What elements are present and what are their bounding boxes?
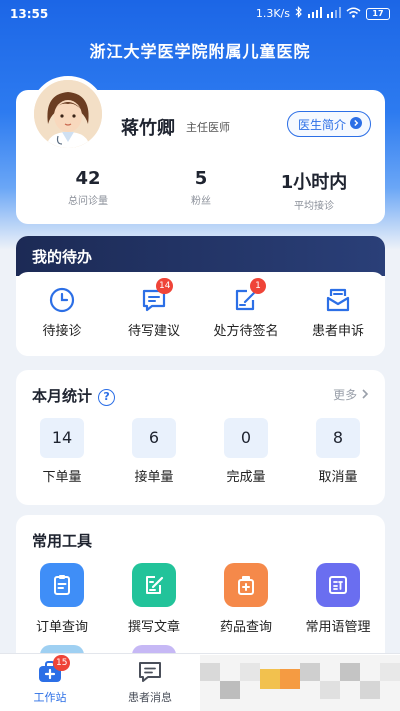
stat-value: 5: [194, 168, 208, 189]
doctor-name: 蒋竹卿: [121, 118, 175, 139]
sign-icon: 1: [232, 278, 266, 314]
wifi-icon: [346, 7, 361, 21]
stat-fans: 5 粉丝: [146, 168, 256, 207]
chevron-right-icon: [350, 116, 362, 132]
stat-label: 粉丝: [191, 196, 211, 207]
stat-label: 总问诊量: [68, 196, 108, 207]
todo-label: 处方待签名: [213, 324, 279, 339]
signal-icon: [308, 6, 322, 21]
stat-value: 1小时内: [280, 172, 348, 193]
write-icon: [132, 563, 176, 607]
tools-card: 常用工具 订单查询 撰写文章 药品查询 常用语管理: [16, 515, 385, 665]
inbox-icon: [324, 286, 352, 314]
battery-indicator: 17: [366, 7, 390, 20]
monthly-stats-card: 本月统计? 更多 14 下单量 6 接单量 0 完成量 8 取消量: [16, 370, 385, 505]
stat-value: 0: [224, 418, 268, 458]
todo-item-write-advice[interactable]: 14 待写建议: [108, 278, 200, 339]
todo-title: 我的待办: [32, 248, 93, 266]
monthly-stat-orders[interactable]: 14 下单量: [22, 418, 102, 485]
todo-item-pending-consult[interactable]: 待接诊: [16, 286, 108, 339]
tools-title: 常用工具: [32, 532, 93, 550]
chevron-right-icon: [361, 388, 369, 402]
tool-label: 药品查询: [219, 620, 272, 635]
stat-label: 完成量: [226, 470, 266, 485]
doctor-intro-button[interactable]: 医生简介: [286, 111, 371, 137]
stat-label: 接单量: [134, 470, 174, 485]
todo-list: 待接诊 14 待写建议 1 处方待签名 患者申诉: [16, 272, 385, 356]
tool-label: 常用语管理: [305, 620, 371, 635]
monthly-stat-cancelled[interactable]: 8 取消量: [298, 418, 378, 485]
doctor-profile-card: 蒋竹卿 主任医师 医生简介 42 总问诊量 5 粉丝 1小时内 平均接诊: [16, 76, 385, 224]
status-time: 13:55: [10, 7, 49, 21]
todo-item-prescription-sign[interactable]: 1 处方待签名: [200, 278, 292, 339]
todo-card: 我的待办 待接诊 14 待写建议 1 处方待签名 患者申诉: [16, 236, 385, 356]
todo-header: 我的待办: [16, 236, 385, 276]
tool-order-query[interactable]: 订单查询: [16, 563, 108, 635]
tool-medicine-query[interactable]: 药品查询: [200, 563, 292, 635]
monthly-stat-accepted[interactable]: 6 接单量: [114, 418, 194, 485]
workstation-icon: 15: [37, 655, 71, 684]
tool-write-article[interactable]: 撰写文章: [108, 563, 200, 635]
todo-label: 待写建议: [127, 324, 180, 339]
todo-label: 患者申诉: [311, 324, 364, 339]
avatar[interactable]: [30, 76, 106, 152]
tab-label: 工作站: [33, 691, 67, 704]
phrase-icon: [316, 563, 360, 607]
tab-workstation[interactable]: 15 工作站: [10, 655, 90, 705]
stat-value: 8: [316, 418, 360, 458]
message-icon: [137, 660, 163, 684]
more-link[interactable]: 更多: [333, 386, 369, 403]
status-bar: 13:55 1.3K/s 17: [0, 0, 400, 28]
stat-value: 6: [132, 418, 176, 458]
hospital-name: 浙江大学医学院附属儿童医院: [89, 42, 311, 61]
stat-total-consultations: 42 总问诊量: [33, 168, 143, 207]
todo-badge: 1: [250, 278, 266, 294]
more-label: 更多: [333, 388, 358, 402]
chat-edit-icon: 14: [140, 278, 174, 314]
monthly-stat-completed[interactable]: 0 完成量: [206, 418, 286, 485]
medicine-icon: [224, 563, 268, 607]
todo-badge: 14: [156, 278, 174, 294]
clock-icon: [48, 286, 76, 314]
tab-badge: 15: [53, 655, 71, 671]
bluetooth-icon: [295, 6, 303, 21]
stat-label: 下单量: [42, 470, 82, 485]
doctor-intro-label: 医生简介: [297, 117, 346, 132]
todo-label: 待接诊: [42, 324, 82, 339]
monthly-title: 本月统计: [32, 387, 93, 405]
watermark-mosaic: [200, 655, 400, 711]
todo-item-patient-complaint[interactable]: 患者申诉: [292, 286, 384, 339]
clipboard-icon: [40, 563, 84, 607]
stat-value: 14: [40, 418, 84, 458]
monthly-title-row: 本月统计?: [32, 385, 116, 406]
tool-phrase-management[interactable]: 常用语管理: [292, 563, 384, 635]
tool-label: 撰写文章: [127, 620, 180, 635]
help-icon[interactable]: ?: [98, 389, 116, 406]
stat-avg-response: 1小时内 平均接诊: [259, 168, 369, 212]
stat-value: 42: [75, 168, 101, 189]
tab-label: 患者消息: [128, 691, 172, 704]
tool-label: 订单查询: [35, 620, 88, 635]
stat-label: 平均接诊: [294, 201, 334, 212]
doctor-title: 主任医师: [186, 121, 230, 134]
network-speed: 1.3K/s: [255, 7, 290, 20]
tab-patient-messages[interactable]: 患者消息: [110, 660, 190, 705]
stat-label: 取消量: [318, 470, 358, 485]
signal-icon-2: [327, 6, 341, 21]
